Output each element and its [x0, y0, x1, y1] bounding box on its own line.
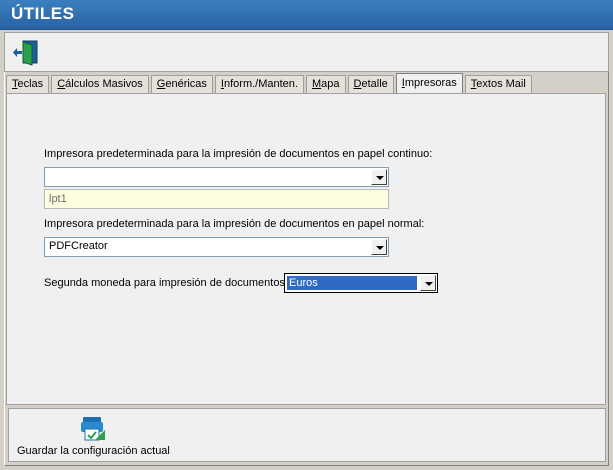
tab-label-mnemonic: M — [311, 78, 322, 90]
tab-teclas[interactable]: Teclas — [6, 75, 50, 93]
printer-save-icon — [81, 417, 105, 441]
tab-impresoras[interactable]: Impresoras — [395, 73, 463, 93]
continuous-printer-port: lpt1 — [44, 189, 389, 209]
port-value: lpt1 — [49, 193, 67, 205]
tab-label: mpresoras — [404, 77, 457, 89]
tab-strip: Teclas Cálculos Masivos Genéricas Inform… — [6, 73, 534, 93]
tab-label: álculos Masivos — [65, 78, 143, 90]
chevron-down-icon[interactable] — [371, 169, 387, 185]
tab-inform-manten[interactable]: Inform./Manten. — [214, 75, 304, 93]
toolbar — [4, 32, 609, 72]
save-config-label: Guardar la configuración actual — [17, 445, 170, 457]
tab-label: nform./Manten. — [223, 78, 298, 90]
tab-label: apa — [321, 78, 340, 90]
chevron-down-icon[interactable] — [371, 239, 387, 255]
exit-button[interactable] — [12, 39, 42, 67]
printers-panel: Impresora predeterminada para la impresi… — [6, 93, 606, 405]
tab-label: etalle — [361, 78, 388, 90]
exit-door-icon — [13, 40, 38, 66]
currency-value: Euros — [286, 275, 418, 291]
window-title: ÚTILES — [11, 4, 75, 23]
continuous-printer-label: Impresora predeterminada para la impresi… — [44, 148, 433, 160]
continuous-printer-select[interactable] — [44, 167, 389, 187]
normal-printer-label: Impresora predeterminada para la impresi… — [44, 218, 425, 230]
currency-select[interactable]: Euros — [284, 273, 438, 293]
bottom-bar: Guardar la configuración actual — [8, 408, 606, 462]
tab-label: eclas — [17, 78, 44, 90]
tab-mapa[interactable]: Mapa — [305, 75, 346, 93]
tab-genericas[interactable]: Genéricas — [150, 75, 213, 93]
save-config-button[interactable]: Guardar la configuración actual — [13, 413, 173, 459]
currency-label: Segunda moneda para impresión de documen… — [44, 277, 285, 289]
tab-label: enéricas — [165, 78, 207, 90]
normal-printer-select[interactable]: PDFCreator — [44, 237, 389, 257]
tab-label-mnemonic: C — [57, 78, 66, 90]
tab-calculos-masivos[interactable]: Cálculos Masivos — [51, 75, 149, 93]
tab-label: extos Mail — [476, 78, 526, 90]
title-bar: ÚTILES — [0, 0, 613, 30]
chevron-down-icon[interactable] — [420, 275, 436, 291]
tab-detalle[interactable]: Detalle — [347, 75, 394, 93]
tab-textos-mail[interactable]: Textos Mail — [464, 75, 532, 93]
normal-printer-value: PDFCreator — [49, 240, 108, 252]
